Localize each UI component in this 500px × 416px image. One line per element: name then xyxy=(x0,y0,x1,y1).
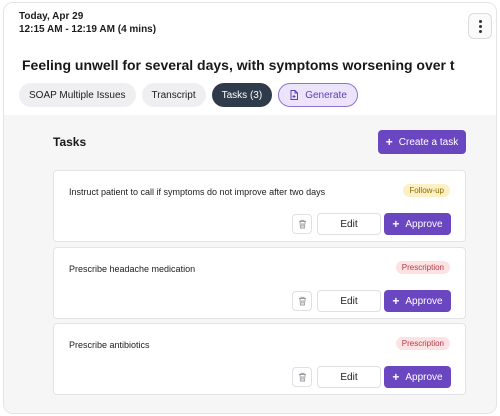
generate-button[interactable]: Generate xyxy=(278,83,358,107)
tab-soap-multiple-issues[interactable]: SOAP Multiple Issues xyxy=(19,83,136,107)
encounter-time-range: 12:15 AM - 12:19 AM (4 mins) xyxy=(19,24,157,35)
approve-task-button[interactable]: + Approve xyxy=(384,366,451,388)
more-options-button[interactable] xyxy=(468,13,492,39)
tab-bar: SOAP Multiple Issues Transcript Tasks (3… xyxy=(19,83,358,107)
trash-icon xyxy=(298,219,306,229)
encounter-header: Today, Apr 29 12:15 AM - 12:19 AM (4 min… xyxy=(4,3,496,115)
create-task-label: Create a task xyxy=(398,136,459,148)
encounter-panel: Today, Apr 29 12:15 AM - 12:19 AM (4 min… xyxy=(3,2,497,414)
edit-task-button[interactable]: Edit xyxy=(317,290,381,312)
task-text: Prescribe headache medication xyxy=(69,264,196,274)
tab-tasks[interactable]: Tasks (3) xyxy=(211,83,273,107)
task-type-badge: Prescription xyxy=(395,337,450,350)
tasks-section: Tasks + Create a task Instruct patient t… xyxy=(4,115,496,413)
trash-icon xyxy=(298,372,306,382)
task-card: Prescribe antibiotics Prescription Edit … xyxy=(53,323,466,395)
task-text: Prescribe antibiotics xyxy=(69,340,150,350)
plus-icon: + xyxy=(385,135,393,149)
tasks-heading: Tasks xyxy=(53,135,87,149)
trash-icon xyxy=(298,296,306,306)
approve-task-button[interactable]: + Approve xyxy=(384,290,451,312)
edit-task-button[interactable]: Edit xyxy=(317,366,381,388)
task-type-badge: Follow-up xyxy=(403,184,450,197)
delete-task-button[interactable] xyxy=(292,214,312,234)
encounter-date: Today, Apr 29 xyxy=(19,11,84,22)
create-task-button[interactable]: + Create a task xyxy=(378,130,466,154)
plus-icon: + xyxy=(392,217,400,231)
plus-icon: + xyxy=(392,294,400,308)
delete-task-button[interactable] xyxy=(292,367,312,387)
task-card: Prescribe headache medication Prescripti… xyxy=(53,247,466,319)
approve-label: Approve xyxy=(405,218,443,230)
approve-label: Approve xyxy=(405,371,443,383)
encounter-title: Feeling unwell for several days, with sy… xyxy=(22,57,455,73)
task-card: Instruct patient to call if symptoms do … xyxy=(53,170,466,242)
plus-icon: + xyxy=(392,370,400,384)
task-type-badge: Prescription xyxy=(395,261,450,274)
approve-task-button[interactable]: + Approve xyxy=(384,213,451,235)
tab-transcript[interactable]: Transcript xyxy=(141,83,206,107)
edit-task-button[interactable]: Edit xyxy=(317,213,381,235)
generate-label: Generate xyxy=(305,89,347,101)
delete-task-button[interactable] xyxy=(292,291,312,311)
generate-document-icon xyxy=(290,90,299,100)
vertical-dots-icon xyxy=(478,19,482,23)
approve-label: Approve xyxy=(405,295,443,307)
task-text: Instruct patient to call if symptoms do … xyxy=(69,187,326,197)
